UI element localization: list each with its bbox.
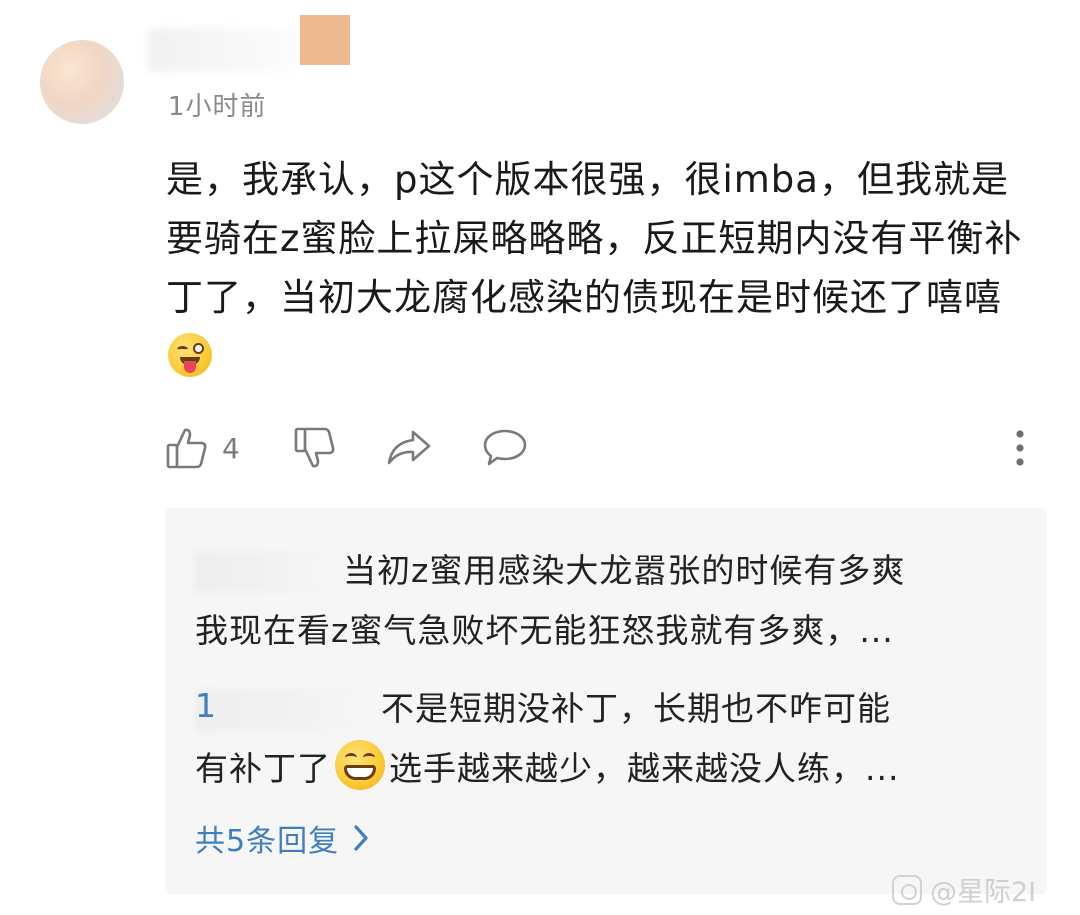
more-options-button[interactable] [1008,424,1032,472]
share-button[interactable] [386,424,432,472]
view-all-replies-link[interactable]: 共5条回复 [195,816,369,860]
dislike-button[interactable] [294,424,336,472]
replies-preview[interactable]: 当初z蜜用感染大龙嚣张的时候有多爽 我现在看z蜜气急败坏无能狂怒我就有多爽，..… [165,508,1047,894]
share-arrow-icon [387,430,431,465]
chevron-right-icon [354,825,368,851]
like-button[interactable]: 4 [166,424,240,472]
more-vertical-icon [1016,430,1024,466]
reply-button[interactable] [482,424,528,472]
thumbs-up-icon [166,428,207,469]
comment-bubble-icon [483,429,527,466]
reply-line: 有补丁了 选手越来越少，越来越没人练，... [195,739,899,799]
thumbs-down-icon [294,427,335,468]
avatar[interactable] [40,40,124,124]
comment-timestamp: 1小时前 [168,92,267,122]
reply-line: 我现在看z蜜气急败坏无能狂怒我就有多爽，... [195,611,894,650]
reply-text-segment: 有补丁了 [195,749,331,788]
reply-line: 当初z蜜用感染大龙嚣张的时候有多爽 [343,551,906,590]
reply-item[interactable]: 当初z蜜用感染大龙嚣张的时候有多爽 我现在看z蜜气急败坏无能狂怒我就有多爽，..… [195,541,905,661]
watermark-text: @星际2I [930,877,1037,908]
user-badge [300,15,350,65]
grinning-emoji [335,740,385,790]
weibo-logo-icon [892,874,922,905]
watermark: @星际2I [892,870,1036,909]
total-replies-label: 共5条回复 [195,824,340,859]
like-count: 4 [222,431,240,465]
comment-body: 是，我承认，p这个版本很强，很imba，但我就是要骑在z蜜脸上拉屎略略略，反正短… [166,150,1046,386]
reply-line: 不是短期没补丁，长期也不咋可能 [381,689,891,728]
comment-text: 是，我承认，p这个版本很强，很imba，但我就是要骑在z蜜脸上拉屎略略略，反正短… [166,158,1023,319]
reply-item[interactable]: 不是短期没补丁，长期也不咋可能 有补丁了 选手越来越少，越来越没人练，... [195,679,899,799]
tongue-wink-emoji [168,333,212,377]
reply-text-segment: 选手越来越少，越来越没人练，... [389,749,900,788]
username-redacted[interactable] [148,28,296,72]
comment-action-bar: 4 [166,424,1036,472]
